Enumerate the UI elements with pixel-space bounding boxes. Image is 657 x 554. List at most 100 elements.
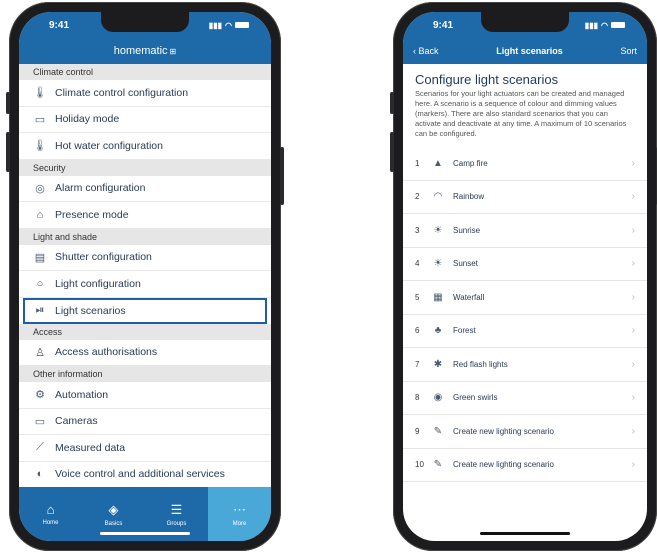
chevron-right-icon: › xyxy=(631,392,635,404)
gear-icon: ⚙ xyxy=(35,389,45,402)
menu-item[interactable]: ▤ Shutter configuration xyxy=(19,245,271,271)
menu-item-label: Shutter configuration xyxy=(55,251,152,264)
menu-item-label: Presence mode xyxy=(55,208,129,221)
home-indicator xyxy=(480,532,570,535)
chevron-right-icon: › xyxy=(631,191,635,203)
menu-item[interactable]: ◐ Voice control and additional services xyxy=(19,462,271,488)
create-icon: ✎ xyxy=(433,459,443,471)
menu-item[interactable]: ⚙ Automation xyxy=(19,382,271,409)
scenario-row[interactable]: 10 ✎ Create new lighting scenario › xyxy=(403,449,647,482)
menu-item[interactable]: ♙ Access authorisations xyxy=(19,340,271,366)
menu-item[interactable]: ▭ Holiday mode xyxy=(19,107,271,133)
mute-switch xyxy=(6,92,10,114)
play-pause-icon: ⏯ xyxy=(35,304,45,316)
scenario-row[interactable]: 3 ☀ Sunrise › xyxy=(403,214,647,248)
scenario-number: 7 xyxy=(415,359,420,369)
section-header: Access xyxy=(19,323,271,340)
status-icons: ▮▮▮ ◠ xyxy=(585,21,625,30)
volume-up-button xyxy=(6,132,10,172)
menu-item-label: Measured data xyxy=(55,441,126,454)
chevron-right-icon: › xyxy=(631,358,635,370)
scenario-number: 1 xyxy=(415,158,420,168)
back-button[interactable]: ‹ Back xyxy=(413,46,439,56)
home-icon: ⌂ xyxy=(46,502,55,517)
wifi-icon: ◠ xyxy=(601,20,608,30)
scenario-row[interactable]: 7 ✱ Red flash lights › xyxy=(403,348,647,382)
chevron-right-icon: › xyxy=(631,258,635,270)
left-screen: 9:41 ▮▮▮ ◠ homematic ⊞ Climate control 🌡 Cli… xyxy=(19,12,271,541)
menu-item-label: Voice control and additional services xyxy=(55,468,225,481)
nav-title: Light scenarios xyxy=(496,46,563,56)
menu-item[interactable]: ○ Light configuration xyxy=(19,271,271,298)
scenario-row[interactable]: 6 ♣ Forest › xyxy=(403,315,647,348)
menu-item[interactable]: ⌂ Presence mode xyxy=(19,202,271,229)
scenario-label: Red flash lights xyxy=(453,359,508,369)
scenario-list: 1 ▲ Camp fire › 2 ◠ Rainbow › 3 ☀ Sunrise › 4 ☀ Sunset… xyxy=(403,147,647,482)
more-icon: ⋯ xyxy=(233,501,246,517)
scenario-row[interactable]: 2 ◠ Rainbow › xyxy=(403,181,647,214)
chevron-right-icon: › xyxy=(631,157,635,169)
chevron-right-icon: › xyxy=(631,291,635,303)
menu-item[interactable]: 🌡 Climate control configuration xyxy=(19,80,271,107)
menu-item-label: Hot water configuration xyxy=(55,139,163,152)
volume-up-button xyxy=(390,132,394,172)
menu-item[interactable]: ▭ Cameras xyxy=(19,409,271,435)
shutter-icon: ▤ xyxy=(34,251,46,264)
menu-item-label: Light scenarios xyxy=(55,304,126,317)
page-description: Scenarios for your light actuators can b… xyxy=(415,89,627,138)
tab-home[interactable]: ⌂ Home xyxy=(19,487,82,541)
scenario-row[interactable]: 4 ☀ Sunset › xyxy=(403,248,647,281)
scenario-label: Sunset xyxy=(453,259,478,269)
waterfall-icon: ▦ xyxy=(433,291,443,303)
scenario-number: 8 xyxy=(415,393,420,403)
notch xyxy=(101,12,189,32)
status-icons: ▮▮▮ ◠ xyxy=(209,21,249,30)
tab-label: Groups xyxy=(166,520,187,527)
tab-label: More xyxy=(232,520,247,527)
menu-item[interactable]: ⏯ Light scenarios xyxy=(23,297,267,324)
person-icon: ♙ xyxy=(35,346,45,359)
forest-icon: ♣ xyxy=(434,325,442,337)
scenario-row[interactable]: 9 ✎ Create new lighting scenario › xyxy=(403,415,647,449)
section-header: Other information xyxy=(19,366,271,382)
house-icon: ⌂ xyxy=(36,208,44,221)
scenario-number: 9 xyxy=(415,426,420,436)
scenario-label: Waterfall xyxy=(453,292,485,302)
menu-item[interactable]: ⟋ Measured data xyxy=(19,435,271,462)
scenario-row[interactable]: 8 ◉ Green swirls › xyxy=(403,382,647,415)
scenario-row[interactable]: 1 ▲ Camp fire › xyxy=(403,147,647,181)
menu-item-label: Alarm configuration xyxy=(55,182,146,195)
flash-icon: ✱ xyxy=(433,358,443,370)
thermometer-icon: 🌡 xyxy=(33,87,47,100)
menu-item[interactable]: 🌡 Hot water configuration xyxy=(19,133,271,160)
scenario-number: 3 xyxy=(415,225,420,235)
menu-item[interactable]: ◎ Alarm configuration xyxy=(19,176,271,202)
signal-icon: ▮▮▮ xyxy=(208,20,223,30)
tab-label: Home xyxy=(42,520,59,526)
basics-icon: ◈ xyxy=(108,501,119,517)
section-header: Climate control xyxy=(19,64,271,80)
battery-icon xyxy=(235,22,249,28)
menu-item-label: Climate control configuration xyxy=(55,86,189,99)
menu-item-label: Cameras xyxy=(55,415,98,428)
status-time: 9:41 xyxy=(433,19,454,31)
scenario-number: 4 xyxy=(415,259,420,269)
scenario-number: 10 xyxy=(415,460,424,470)
section-header: Security xyxy=(19,159,271,176)
wifi-icon: ◠ xyxy=(225,20,232,30)
thermometer-icon: 🌡 xyxy=(33,140,47,153)
right-phone: 9:41 ▮▮▮ ◠ ‹ Back Light scenarios Sort Co… xyxy=(390,2,657,551)
battery-icon xyxy=(611,22,625,28)
menu-item-label: Light configuration xyxy=(55,277,141,290)
right-screen: 9:41 ▮▮▮ ◠ ‹ Back Light scenarios Sort Co… xyxy=(403,12,647,541)
camera-icon: ▭ xyxy=(34,415,46,428)
scenario-row[interactable]: 5 ▦ Waterfall › xyxy=(403,281,647,315)
menu-item-label: Access authorisations xyxy=(55,346,158,359)
sunset-icon: ☀ xyxy=(433,258,443,270)
tab-more[interactable]: ⋯ More xyxy=(208,487,271,541)
mute-switch xyxy=(390,92,394,114)
scenario-number: 5 xyxy=(415,292,420,302)
campfire-icon: ▲ xyxy=(433,157,443,169)
groups-icon: ☰ xyxy=(170,501,183,517)
sort-button[interactable]: Sort xyxy=(620,46,637,56)
